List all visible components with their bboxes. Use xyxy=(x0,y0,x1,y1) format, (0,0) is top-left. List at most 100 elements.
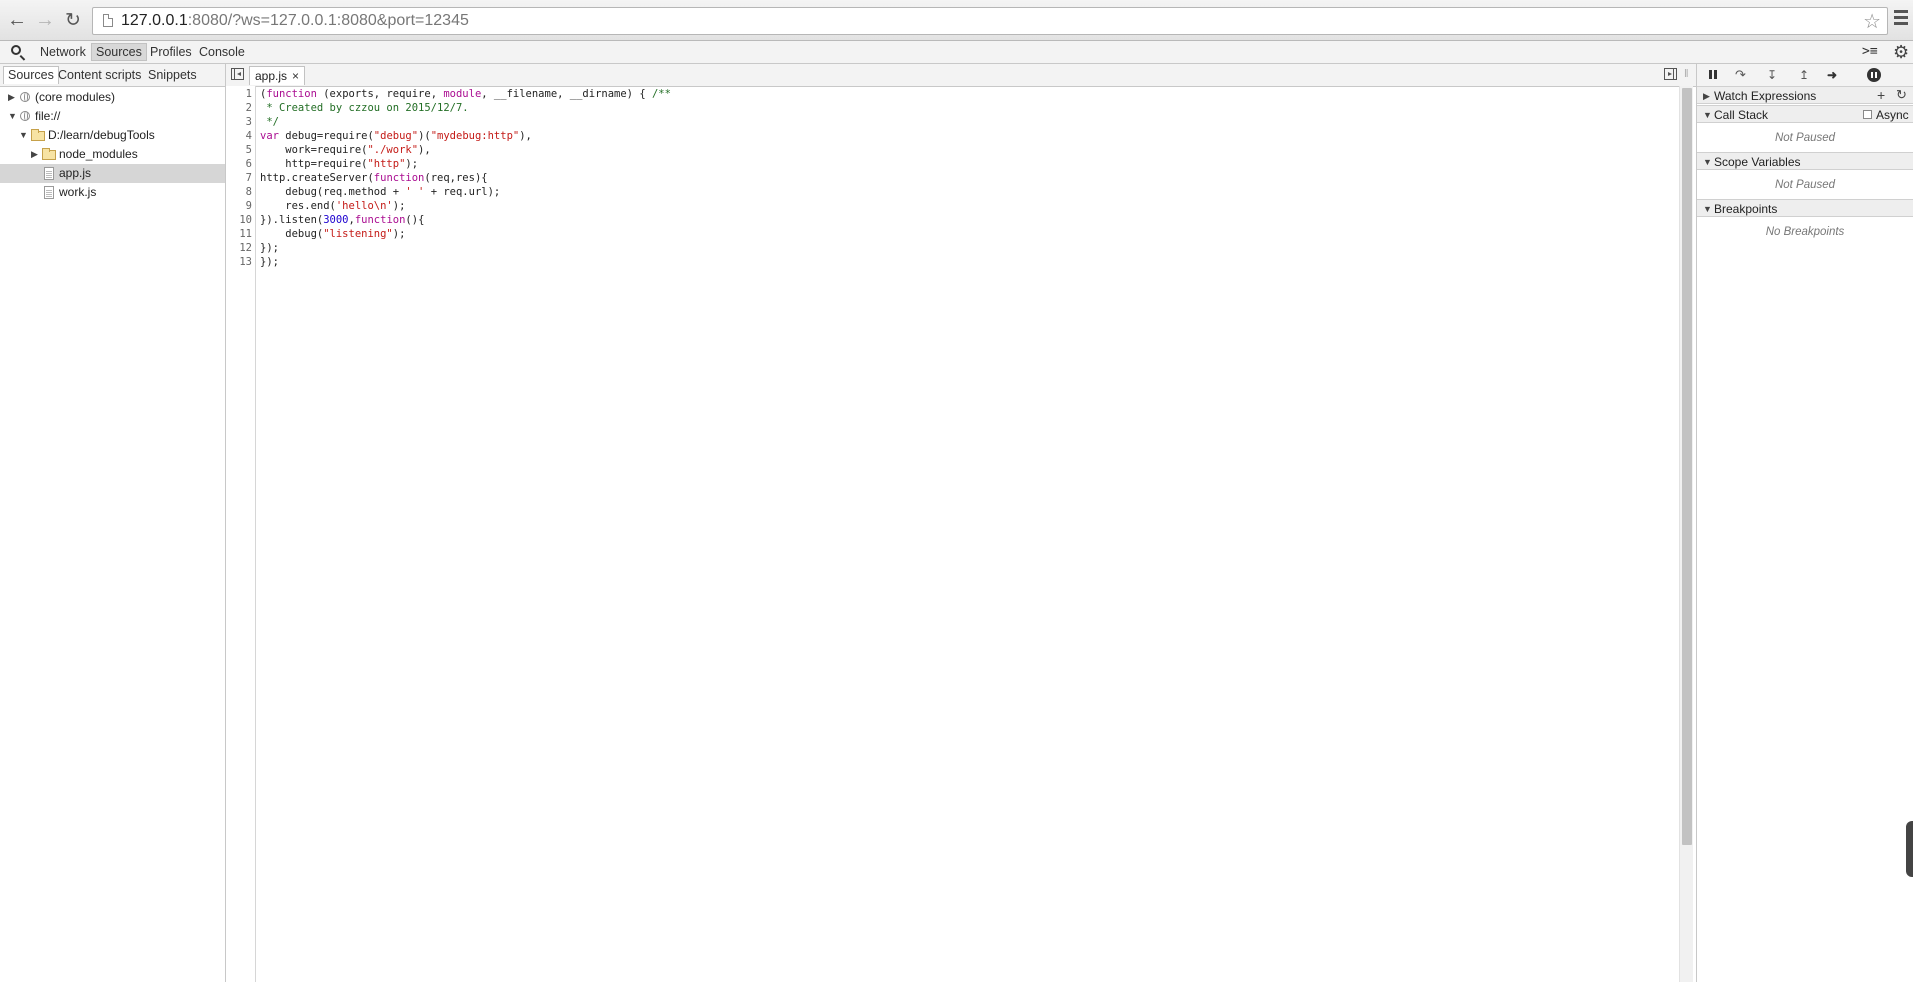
line-number[interactable]: 13 xyxy=(226,255,252,269)
code-token: ' ' xyxy=(405,186,425,198)
breakpoints-header[interactable]: ▼ Breakpoints xyxy=(1697,199,1913,217)
toggle-navigator-icon[interactable] xyxy=(231,68,244,80)
scope-variables-header[interactable]: ▼ Scope Variables xyxy=(1697,152,1913,170)
tab-network[interactable]: Network xyxy=(36,43,90,61)
refresh-icon[interactable]: ↻ xyxy=(1896,87,1907,103)
triangle-right-icon[interactable]: ▶ xyxy=(8,88,15,107)
code-line[interactable]: debug("listening"); xyxy=(260,227,405,241)
url-text[interactable]: 127.0.0.1:8080/?ws=127.0.0.1:8080&port=1… xyxy=(121,12,469,30)
tree-item-work-js[interactable]: work.js xyxy=(0,183,225,202)
tree-item-app-js[interactable]: app.js xyxy=(0,164,225,183)
code-line[interactable]: debug(req.method + ' ' + req.url); xyxy=(260,185,500,199)
code-token: "http" xyxy=(367,158,406,170)
gear-icon[interactable]: ⚙ xyxy=(1893,42,1909,63)
code-token: (req,res){ xyxy=(424,172,488,184)
tree-item-debugtools-folder[interactable]: ▼ D:/learn/debugTools xyxy=(0,126,225,145)
code-token: 3000 xyxy=(323,214,349,226)
line-number[interactable]: 1 xyxy=(226,87,252,101)
editor-tab-strip: app.js × ‖ xyxy=(226,64,1696,87)
line-number[interactable]: 7 xyxy=(226,171,252,185)
triangle-down-icon[interactable]: ▼ xyxy=(1703,106,1712,124)
code-line[interactable]: }).listen(3000,function(){ xyxy=(260,213,424,227)
code-token: 'hello\n' xyxy=(335,200,393,212)
line-number[interactable]: 6 xyxy=(226,157,252,171)
triangle-right-icon[interactable]: ▶ xyxy=(1703,87,1710,105)
line-number[interactable]: 8 xyxy=(226,185,252,199)
navigator-tab-content-scripts[interactable]: Content scripts xyxy=(54,66,145,84)
line-number[interactable]: 4 xyxy=(226,129,252,143)
navigator-tab-snippets[interactable]: Snippets xyxy=(144,66,201,84)
splitter-grip-icon[interactable]: ‖ xyxy=(1684,68,1689,80)
code-token: }).listen( xyxy=(260,214,324,226)
line-number[interactable]: 5 xyxy=(226,143,252,157)
triangle-down-icon[interactable]: ▼ xyxy=(1703,200,1712,218)
code-token: function xyxy=(266,88,317,100)
code-token: , __filename, __dirname) { xyxy=(481,88,652,100)
code-line[interactable]: * Created by czzou on 2015/12/7. xyxy=(260,101,468,115)
code-line[interactable]: }); xyxy=(260,241,279,255)
code-token: http=require( xyxy=(260,158,368,170)
tree-item-node-modules[interactable]: ▶ node_modules xyxy=(0,145,225,164)
triangle-down-icon[interactable]: ▼ xyxy=(19,126,28,145)
navigator-tab-sources[interactable]: Sources xyxy=(3,66,59,84)
code-line[interactable]: work=require("./work"), xyxy=(260,143,430,157)
step-out-icon[interactable]: ↥ xyxy=(1799,67,1809,83)
line-number[interactable]: 12 xyxy=(226,241,252,255)
triangle-down-icon[interactable]: ▼ xyxy=(1703,153,1712,171)
code-line[interactable]: http=require("http"); xyxy=(260,157,418,171)
address-bar[interactable]: 127.0.0.1:8080/?ws=127.0.0.1:8080&port=1… xyxy=(92,7,1888,35)
tab-profiles[interactable]: Profiles xyxy=(146,43,196,61)
call-stack-header[interactable]: ▼ Call Stack Async xyxy=(1697,105,1913,123)
pause-on-exceptions-icon[interactable] xyxy=(1867,68,1881,82)
code-token: http.createServer( xyxy=(260,172,374,184)
search-icon[interactable] xyxy=(11,45,21,55)
tab-sources[interactable]: Sources xyxy=(91,43,147,61)
triangle-down-icon[interactable]: ▼ xyxy=(8,107,17,126)
editor-scrollbar[interactable] xyxy=(1679,86,1693,982)
pause-icon[interactable] xyxy=(1709,67,1719,83)
code-token: "mydebug:http" xyxy=(430,130,520,142)
code-token: "debug" xyxy=(373,130,419,142)
line-number[interactable]: 10 xyxy=(226,213,252,227)
code-line[interactable]: var debug=require("debug")("mydebug:http… xyxy=(260,129,532,143)
url-host: 127.0.0.1 xyxy=(121,12,188,29)
forward-arrow-icon[interactable]: → xyxy=(34,9,56,31)
line-number[interactable]: 3 xyxy=(226,115,252,129)
line-number[interactable]: 9 xyxy=(226,199,252,213)
code-line[interactable]: */ xyxy=(260,115,279,129)
back-arrow-icon[interactable]: ← xyxy=(6,9,28,31)
watch-expressions-header[interactable]: ▶ Watch Expressions + ↻ xyxy=(1697,86,1913,104)
step-over-icon[interactable]: ↷ xyxy=(1735,67,1746,83)
code-token: + req.url); xyxy=(424,186,501,198)
async-checkbox[interactable] xyxy=(1863,110,1872,119)
triangle-right-icon[interactable]: ▶ xyxy=(31,145,38,164)
line-number[interactable]: 11 xyxy=(226,227,252,241)
scrollbar-thumb[interactable] xyxy=(1682,88,1692,845)
tree-item-file-origin[interactable]: ▼ file:// xyxy=(0,107,225,126)
debugger-toolbar: ↷ ↧ ↥ ➜ xyxy=(1697,64,1913,87)
code-line[interactable]: }); xyxy=(260,255,279,269)
deactivate-breakpoints-icon[interactable]: ➜ xyxy=(1827,67,1837,83)
star-icon[interactable]: ☆ xyxy=(1863,9,1881,34)
editor-tab-app-js[interactable]: app.js × xyxy=(249,66,306,85)
code-line[interactable]: res.end('hello\n'); xyxy=(260,199,405,213)
tree-item-core-modules[interactable]: ▶ (core modules) xyxy=(0,88,225,107)
tab-console[interactable]: Console xyxy=(195,43,249,61)
step-into-icon[interactable]: ↧ xyxy=(1767,67,1777,83)
add-icon[interactable]: + xyxy=(1877,87,1885,103)
drawer-toggle-icon[interactable]: >≡ xyxy=(1862,44,1878,59)
toggle-debugger-sidebar-icon[interactable] xyxy=(1664,68,1677,80)
line-number[interactable]: 2 xyxy=(226,101,252,115)
line-number-gutter[interactable]: 1 2 3 4 5 6 7 8 9 10 11 12 13 xyxy=(226,86,256,982)
async-label: Async xyxy=(1876,108,1909,122)
tree-item-label: D:/learn/debugTools xyxy=(48,128,155,142)
page-icon xyxy=(103,14,113,27)
breakpoints-empty-message: No Breakpoints xyxy=(1765,226,1845,238)
reload-icon[interactable]: ↻ xyxy=(62,9,84,31)
url-path: :8080/?ws=127.0.0.1:8080&port=12345 xyxy=(187,12,469,29)
code-line[interactable]: http.createServer(function(req,res){ xyxy=(260,171,488,185)
code-line[interactable]: (function (exports, require, module, __f… xyxy=(260,87,671,101)
menu-icon[interactable] xyxy=(1894,10,1908,28)
close-icon[interactable]: × xyxy=(292,69,299,83)
window-edge-handle[interactable] xyxy=(1906,821,1913,877)
